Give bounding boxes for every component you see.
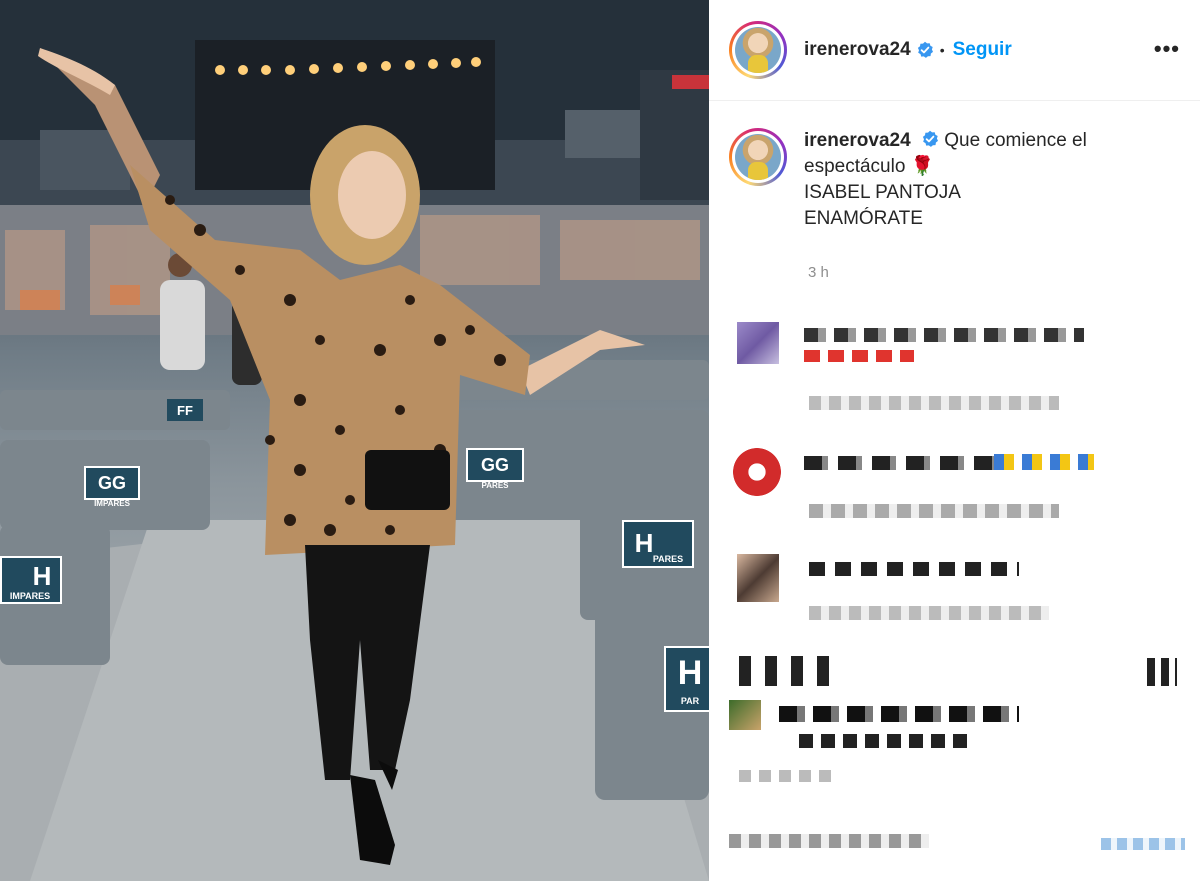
caption-text: irenerova24 Que comience el espectáculo … xyxy=(804,128,1174,232)
sign-ff-left: FF xyxy=(177,403,193,418)
sign-h-left: H xyxy=(33,561,52,591)
comment-blur xyxy=(809,504,1059,518)
comment-blur xyxy=(804,328,1084,342)
caption-line-1: Que comience el xyxy=(944,130,1087,151)
post-timestamp[interactable]: 3 h xyxy=(808,264,829,281)
comment-avatar xyxy=(737,554,779,602)
comment-blur xyxy=(739,770,839,782)
more-horizontal-icon[interactable]: ••• xyxy=(1154,36,1180,62)
avatar[interactable] xyxy=(735,27,781,73)
comment-pixelated xyxy=(709,828,1200,868)
rose-emoji-icon: 🌹 xyxy=(910,156,935,177)
verified-badge-icon xyxy=(916,41,934,59)
story-ring[interactable] xyxy=(729,21,787,79)
comment-pixelated xyxy=(709,552,1200,642)
caption-line-4: ENAMÓRATE xyxy=(804,208,923,229)
comment-pixelated xyxy=(709,318,1200,418)
sign-gg-center-sub: PARES xyxy=(482,481,510,490)
sign-h-far-right-sub: PAR xyxy=(681,696,700,706)
concert-venue-image: GG IMPARES GG PARES H IMPARES H PARES H … xyxy=(0,0,709,881)
comment-blur xyxy=(1101,838,1185,850)
follow-button[interactable]: Seguir xyxy=(953,39,1012,61)
sign-gg-left-sub: IMPARES xyxy=(94,499,131,508)
post-side-panel: irenerova24 • Seguir ••• irenerova24 Que… xyxy=(709,0,1200,881)
comment-blur xyxy=(809,606,1049,620)
caption-username[interactable]: irenerova24 xyxy=(804,130,911,151)
caption-verified-badge-icon xyxy=(921,130,939,148)
caption-line-3: ISABEL PANTOJA xyxy=(804,182,961,203)
comment-blur xyxy=(729,834,929,848)
post-caption: irenerova24 Que comience el espectáculo … xyxy=(729,128,1180,232)
comment-avatar xyxy=(737,322,779,364)
sign-h-right: H xyxy=(635,528,654,558)
sign-h-right-sub: PARES xyxy=(653,554,683,564)
sign-h-far-right: H xyxy=(678,654,703,692)
sign-gg-left: GG xyxy=(98,473,126,493)
author-username[interactable]: irenerova24 xyxy=(804,39,911,61)
comment-blur xyxy=(799,734,969,748)
post-header: irenerova24 • Seguir ••• xyxy=(709,0,1200,101)
comment-blur xyxy=(809,396,1059,410)
sign-gg-center: GG xyxy=(481,455,509,475)
comment-blur xyxy=(994,454,1094,470)
comment-pixelated xyxy=(709,648,1200,788)
comment-blur xyxy=(804,350,914,362)
caption-line-2: espectáculo xyxy=(804,156,906,177)
comment-blur xyxy=(1147,658,1177,686)
post-photo[interactable]: GG IMPARES GG PARES H IMPARES H PARES H … xyxy=(0,0,709,881)
comment-blur xyxy=(739,656,829,686)
caption-story-ring[interactable] xyxy=(729,128,787,186)
sign-h-left-sub: IMPARES xyxy=(10,591,50,601)
comment-avatar xyxy=(733,448,781,496)
caption-avatar[interactable] xyxy=(735,134,781,180)
comment-avatar xyxy=(729,700,761,730)
comment-blur xyxy=(779,706,1019,722)
separator-dot: • xyxy=(939,42,945,58)
comment-pixelated xyxy=(709,446,1200,536)
comment-blur xyxy=(809,562,1019,576)
